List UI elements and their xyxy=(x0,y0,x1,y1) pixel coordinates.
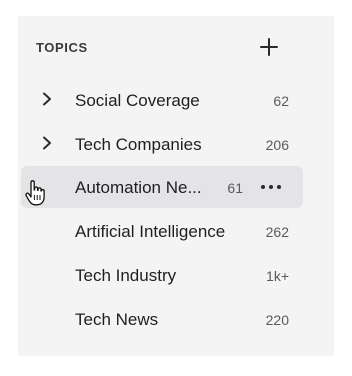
topic-count: 220 xyxy=(265,312,289,328)
topic-count: 62 xyxy=(273,93,289,109)
topic-label: Tech Industry xyxy=(75,266,177,285)
topic-count: 262 xyxy=(265,224,289,240)
topic-item-social-coverage[interactable]: Social Coverage 62 xyxy=(21,79,303,121)
topic-count: 61 xyxy=(227,180,243,196)
topic-count: 206 xyxy=(265,137,289,153)
more-horizontal-icon[interactable] xyxy=(259,179,283,195)
topics-panel: TOPICS Social Coverage 62 Tech Companies… xyxy=(18,16,334,356)
topic-item-tech-news[interactable]: Tech News 220 xyxy=(21,298,303,340)
topic-label: Artificial Intelligence xyxy=(75,222,226,241)
plus-icon[interactable] xyxy=(258,36,280,58)
topic-label: Automation Ne... xyxy=(75,178,202,197)
topic-item-artificial-intelligence[interactable]: Artificial Intelligence 262 xyxy=(21,210,303,252)
topic-item-tech-companies[interactable]: Tech Companies 206 xyxy=(21,123,303,165)
chevron-right-icon[interactable] xyxy=(41,136,53,150)
topics-header: TOPICS xyxy=(18,16,334,78)
topic-item-tech-industry[interactable]: Tech Industry 1k+ xyxy=(21,254,303,296)
hand-pointer-cursor-icon xyxy=(24,180,46,206)
topics-title: TOPICS xyxy=(36,40,88,55)
topic-count: 1k+ xyxy=(266,268,289,284)
topic-label: Social Coverage xyxy=(75,91,200,110)
chevron-right-icon[interactable] xyxy=(41,92,53,106)
topic-label: Tech News xyxy=(75,310,159,329)
topic-label: Tech Companies xyxy=(75,135,202,154)
topic-item-automation-news[interactable]: Automation Ne... 61 xyxy=(21,166,303,208)
